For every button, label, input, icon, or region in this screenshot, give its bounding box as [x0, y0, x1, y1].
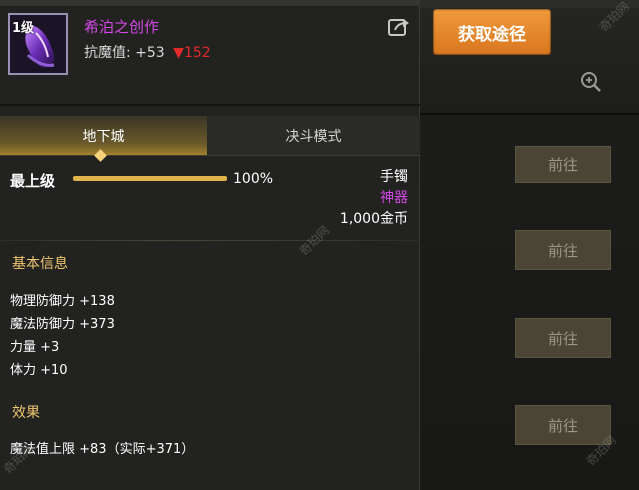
right-divider [420, 113, 639, 115]
attribute-line: 体力 +10 [10, 363, 68, 378]
panel-top-strip [0, 0, 420, 6]
tab-underline [0, 155, 420, 156]
stat-down-value: 152 [183, 45, 211, 61]
grade-progress-bar [73, 176, 227, 181]
basic-info-title: 基本信息 [12, 256, 68, 272]
stat-label: 抗魔值: [84, 45, 131, 61]
price-label: 1,000金币 [339, 211, 408, 227]
attribute-line: 魔法防御力 +373 [10, 317, 115, 332]
tab-duel-mode[interactable]: 决斗模式 [207, 116, 420, 156]
section-separator [0, 240, 420, 241]
slot-type: 手镯 [380, 169, 408, 185]
stat-line: 抗魔值: +53 ▼152 [84, 42, 211, 62]
item-icon: 1级 [8, 13, 68, 75]
goto-button[interactable]: 前往 [515, 318, 611, 358]
item-name: 希泊之创作 [84, 18, 160, 36]
grade-percent: 100% [233, 171, 274, 187]
top-strip-right [420, 0, 639, 8]
attribute-line: 物理防御力 +138 [10, 294, 115, 309]
zoom-in-icon[interactable] [579, 70, 603, 94]
goto-button[interactable]: 前往 [515, 146, 611, 183]
goto-button[interactable]: 前往 [515, 405, 611, 445]
item-detail-panel: 1级 希泊之创作 抗魔值: +53 ▼152 地下城 决斗模式 最上级 100%… [0, 0, 420, 490]
grade-label: 最上级 [10, 172, 56, 190]
stat-up-value: +53 [135, 45, 165, 61]
grade-progress-fill [73, 176, 227, 181]
down-triangle-icon: ▼ [173, 45, 184, 61]
attribute-line: 力量 +3 [10, 340, 60, 355]
effect-line: 魔法值上限 +83（实际+371） [10, 442, 195, 457]
goto-button[interactable]: 前往 [515, 230, 611, 270]
rarity-label: 神器 [380, 190, 408, 206]
share-out-icon[interactable] [388, 17, 410, 37]
effect-title: 效果 [12, 405, 40, 421]
item-level-badge: 1级 [12, 21, 35, 36]
header-separator [0, 104, 420, 106]
acquire-method-button[interactable]: 获取途径 [433, 9, 551, 55]
tab-dungeon[interactable]: 地下城 [0, 116, 207, 156]
